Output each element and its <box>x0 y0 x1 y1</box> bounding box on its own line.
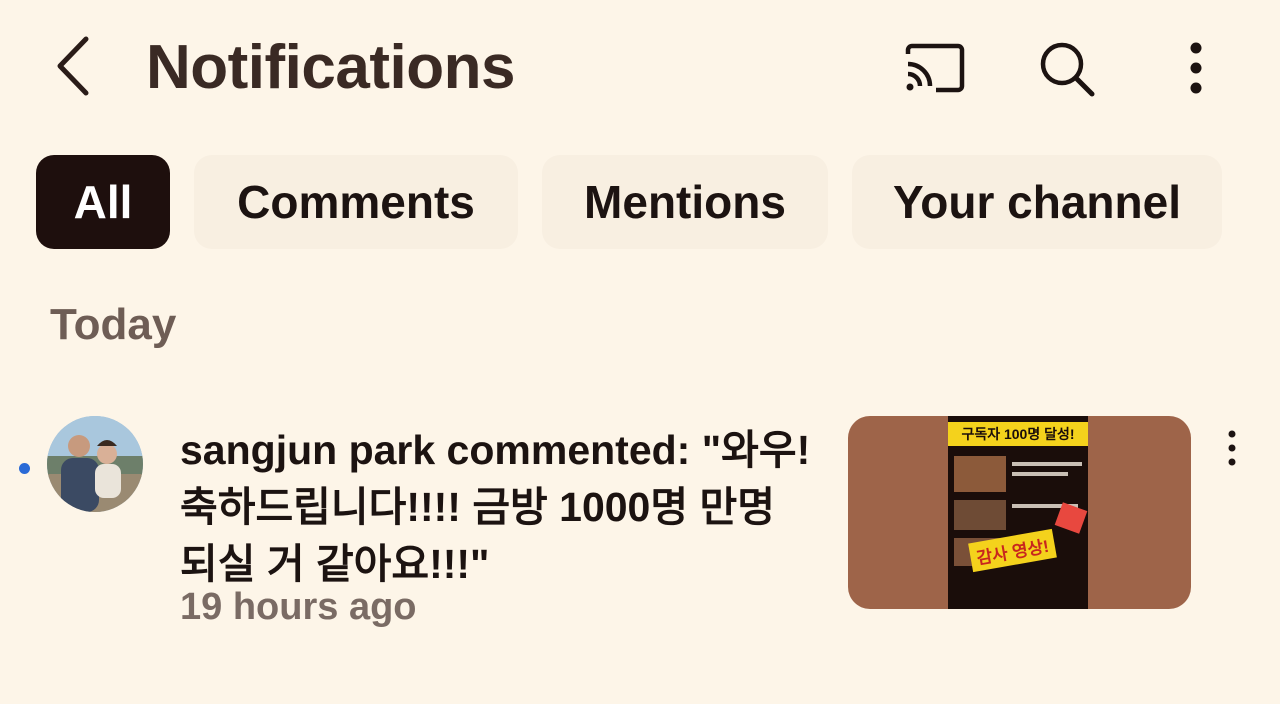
page-title: Notifications <box>146 33 515 102</box>
section-header-today: Today <box>50 300 177 349</box>
back-button[interactable] <box>48 34 96 98</box>
thumbnail-text-line <box>1012 462 1082 466</box>
next-item-peek <box>0 686 1280 704</box>
unread-indicator <box>19 463 30 474</box>
more-options-button[interactable] <box>1164 36 1228 100</box>
notification-text: sangjun park commented: "와우! 축하드립니다!!!! … <box>180 427 811 587</box>
chip-all[interactable]: All <box>36 155 170 249</box>
more-vertical-icon <box>1228 430 1236 466</box>
thumbnail-preview <box>954 456 1006 492</box>
notification-timestamp: 19 hours ago <box>180 586 417 628</box>
thumbnail-banner: 구독자 100명 달성! <box>948 422 1088 446</box>
thumbnail-preview <box>954 500 1006 530</box>
cast-button[interactable] <box>902 36 966 100</box>
video-thumbnail[interactable]: 구독자 100명 달성! 감사 영상! <box>848 416 1191 609</box>
thumbnail-sticker: 감사 영상! <box>968 528 1057 573</box>
cast-icon <box>905 43 965 93</box>
avatar-photo <box>47 416 143 512</box>
search-icon <box>1040 42 1095 97</box>
notification-item[interactable]: sangjun park commented: "와우! 축하드립니다!!!! … <box>0 400 1280 640</box>
chip-your-channel[interactable]: Your channel <box>852 155 1222 249</box>
thumbnail-text-line <box>1012 472 1068 476</box>
more-vertical-icon <box>1190 42 1202 94</box>
chip-comments[interactable]: Comments <box>194 155 518 249</box>
chip-mentions[interactable]: Mentions <box>542 155 828 249</box>
chevron-left-icon <box>57 36 89 96</box>
thumbnail-screen: 구독자 100명 달성! 감사 영상! <box>948 416 1088 609</box>
top-app-bar: Notifications <box>0 0 1280 135</box>
avatar[interactable] <box>47 416 143 512</box>
search-button[interactable] <box>1034 36 1098 100</box>
notification-more-button[interactable] <box>1208 420 1256 476</box>
